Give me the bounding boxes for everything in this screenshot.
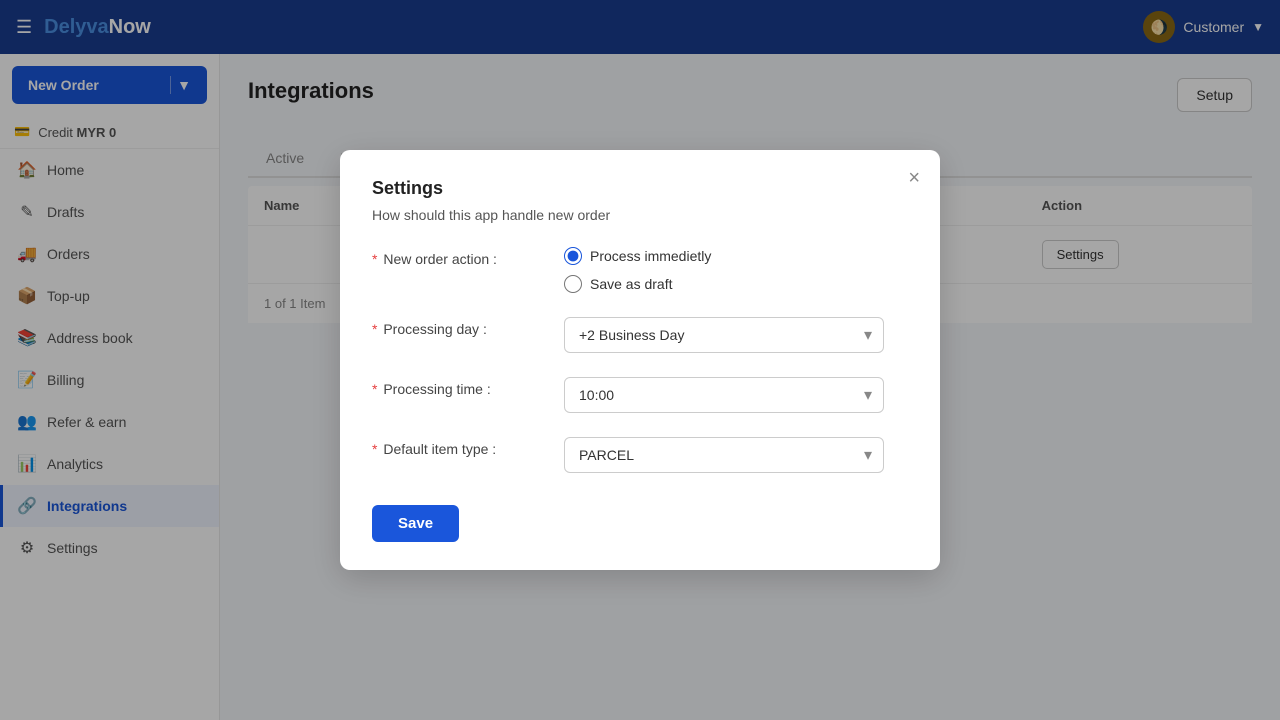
processing-time-label: * Processing time :: [372, 377, 552, 397]
modal-overlay: Settings × How should this app handle ne…: [0, 0, 1280, 720]
processing-day-select[interactable]: +2 Business Day +1 Business Day +3 Busin…: [564, 317, 884, 353]
close-button[interactable]: ×: [908, 168, 920, 188]
default-item-type-label: * Default item type :: [372, 437, 552, 457]
radio-process-immediately[interactable]: Process immedietly: [564, 247, 711, 265]
new-order-action-row: * New order action : Process immedietly …: [372, 247, 908, 293]
save-button[interactable]: Save: [372, 505, 459, 542]
settings-modal: Settings × How should this app handle ne…: [340, 150, 940, 570]
modal-title: Settings: [372, 178, 908, 199]
processing-time-select[interactable]: 10:00 09:00 11:00 12:00: [564, 377, 884, 413]
radio-group: Process immedietly Save as draft: [564, 247, 711, 293]
new-order-action-label: * New order action :: [372, 247, 552, 267]
processing-day-row: * Processing day : +2 Business Day +1 Bu…: [372, 317, 908, 353]
processing-time-wrapper: 10:00 09:00 11:00 12:00: [564, 377, 884, 413]
radio-draft-input[interactable]: [564, 275, 582, 293]
default-item-type-row: * Default item type : PARCEL DOCUMENT FR…: [372, 437, 908, 473]
modal-subtitle: How should this app handle new order: [372, 207, 908, 223]
processing-time-row: * Processing time : 10:00 09:00 11:00 12…: [372, 377, 908, 413]
default-item-type-select[interactable]: PARCEL DOCUMENT FRAGILE: [564, 437, 884, 473]
radio-process-input[interactable]: [564, 247, 582, 265]
radio-save-as-draft[interactable]: Save as draft: [564, 275, 711, 293]
processing-day-label: * Processing day :: [372, 317, 552, 337]
default-item-type-wrapper: PARCEL DOCUMENT FRAGILE: [564, 437, 884, 473]
processing-day-wrapper: +2 Business Day +1 Business Day +3 Busin…: [564, 317, 884, 353]
